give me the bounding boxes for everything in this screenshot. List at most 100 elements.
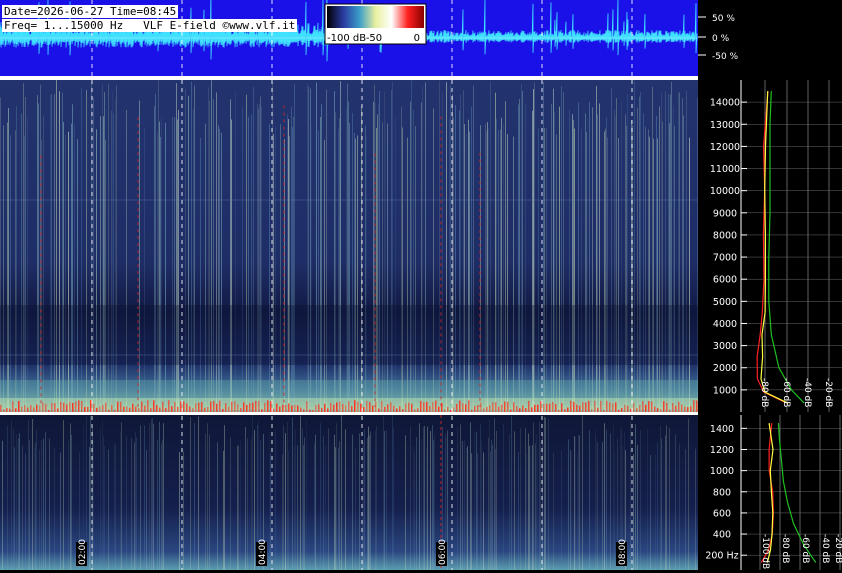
sferic-streak <box>419 423 420 570</box>
low-freq-spike <box>69 402 71 412</box>
db-axis-label: -40 dB <box>802 378 812 407</box>
sferic-streak <box>529 446 530 570</box>
low-freq-spike <box>81 400 83 412</box>
sferic-streak <box>177 119 178 413</box>
sferic-streak <box>476 432 477 570</box>
sferic-streak <box>501 117 502 413</box>
low-freq-spike <box>324 403 326 412</box>
low-freq-spike <box>381 401 383 412</box>
frequency-info-label: Freq= 1...15000 Hz VLF E-field ©www.vlf.… <box>2 19 298 32</box>
sferic-streak <box>585 113 586 413</box>
db-label-group: -60 dB <box>781 378 791 407</box>
sferic-streak <box>161 117 162 413</box>
sferic-streak <box>297 445 298 570</box>
sferic-streak <box>45 431 46 570</box>
sferic-streak <box>242 107 243 413</box>
sferic-streak <box>599 103 600 412</box>
vlf-plot-canvas: 02:00 04:00 06:00 08:00 50 % 0 % -50 % 1000 2000… <box>0 0 842 570</box>
low-freq-spike <box>351 405 353 412</box>
sferic-streak <box>586 132 587 412</box>
low-freq-spike <box>141 401 143 412</box>
sferic-streak <box>573 119 574 413</box>
sferic-streak <box>382 122 383 412</box>
low-freq-spike <box>114 409 116 412</box>
frequency-tick-label: 6000 <box>713 275 737 286</box>
sferic-streak <box>7 425 8 570</box>
sferic-streak <box>383 416 384 570</box>
sferic-streak <box>245 427 246 570</box>
low-freq-spike <box>585 402 587 412</box>
low-freq-spike <box>165 408 167 412</box>
low-freq-spike <box>384 406 386 412</box>
sferic-streak <box>415 126 416 412</box>
low-freq-spike <box>507 401 509 412</box>
low-freq-spike <box>681 404 683 412</box>
sferic-streak <box>11 421 12 570</box>
sferic-streak <box>114 442 115 570</box>
low-freq-spike <box>132 403 134 412</box>
sferic-streak <box>320 423 321 570</box>
sferic-streak <box>159 421 160 570</box>
sferic-streak <box>300 415 301 570</box>
sferic-streak <box>648 129 649 412</box>
low-freq-spike <box>216 403 218 412</box>
low-freq-spike <box>204 407 206 412</box>
low-freq-spike <box>309 409 311 412</box>
low-freq-spike <box>426 401 428 412</box>
low-freq-spike <box>411 403 413 412</box>
sferic-streak <box>539 421 540 570</box>
low-freq-spike <box>93 403 95 412</box>
low-freq-spike <box>468 400 470 412</box>
frequency-tick-label: 14000 <box>710 98 740 109</box>
sferic-streak <box>414 453 415 570</box>
sferic-streak <box>432 424 433 570</box>
low-freq-spike <box>27 407 29 412</box>
low-freq-spike <box>201 402 203 412</box>
sferic-streak <box>661 438 662 570</box>
sferic-streak <box>230 437 231 570</box>
sferic-streak <box>320 117 321 412</box>
sferic-streak <box>77 139 78 412</box>
sferic-streak <box>157 439 158 570</box>
frequency-tick-label: 400 <box>713 530 731 541</box>
sferic-streak <box>537 450 538 570</box>
low-freq-spike <box>489 405 491 412</box>
low-freq-spike <box>459 400 461 412</box>
sferic-streak <box>526 453 527 570</box>
sferic-streak <box>144 127 145 412</box>
sferic-streak <box>589 430 590 570</box>
colorbar-gradient <box>327 6 424 28</box>
sferic-streak <box>285 433 286 570</box>
sferic-streak <box>477 453 478 570</box>
low-freq-spike <box>162 401 164 412</box>
db-axis-label: -20 dB <box>833 534 842 563</box>
low-freq-spike <box>408 402 410 412</box>
waveform-tick-label: 50 % <box>712 14 735 24</box>
sferic-streak <box>339 118 340 412</box>
low-freq-spike <box>435 400 437 412</box>
sferic-streak <box>480 423 481 570</box>
low-freq-spike <box>249 403 251 412</box>
sferic-streak <box>545 417 546 570</box>
sferic-streak <box>16 105 17 413</box>
sferic-streak <box>240 441 241 570</box>
low-freq-spike <box>123 406 125 412</box>
frequency-tick-label: 800 <box>713 487 731 498</box>
sferic-streak <box>72 104 73 413</box>
sferic-streak <box>494 418 495 570</box>
sferic-streak <box>349 122 350 412</box>
sferic-streak <box>190 417 191 570</box>
sferic-streak <box>490 451 491 570</box>
frequency-tick-label: 1200 <box>710 445 734 456</box>
low-freq-spike <box>396 408 398 412</box>
low-freq-spike <box>405 403 407 412</box>
sferic-streak <box>338 448 339 570</box>
low-freq-spike <box>378 408 380 412</box>
sferic-streak <box>650 454 651 570</box>
sferic-streak <box>163 423 164 570</box>
sferic-streak <box>519 98 520 413</box>
low-freq-spike <box>414 409 416 412</box>
sferic-streak <box>357 135 358 413</box>
sferic-streak <box>568 439 569 570</box>
sferic-streak <box>618 137 619 413</box>
